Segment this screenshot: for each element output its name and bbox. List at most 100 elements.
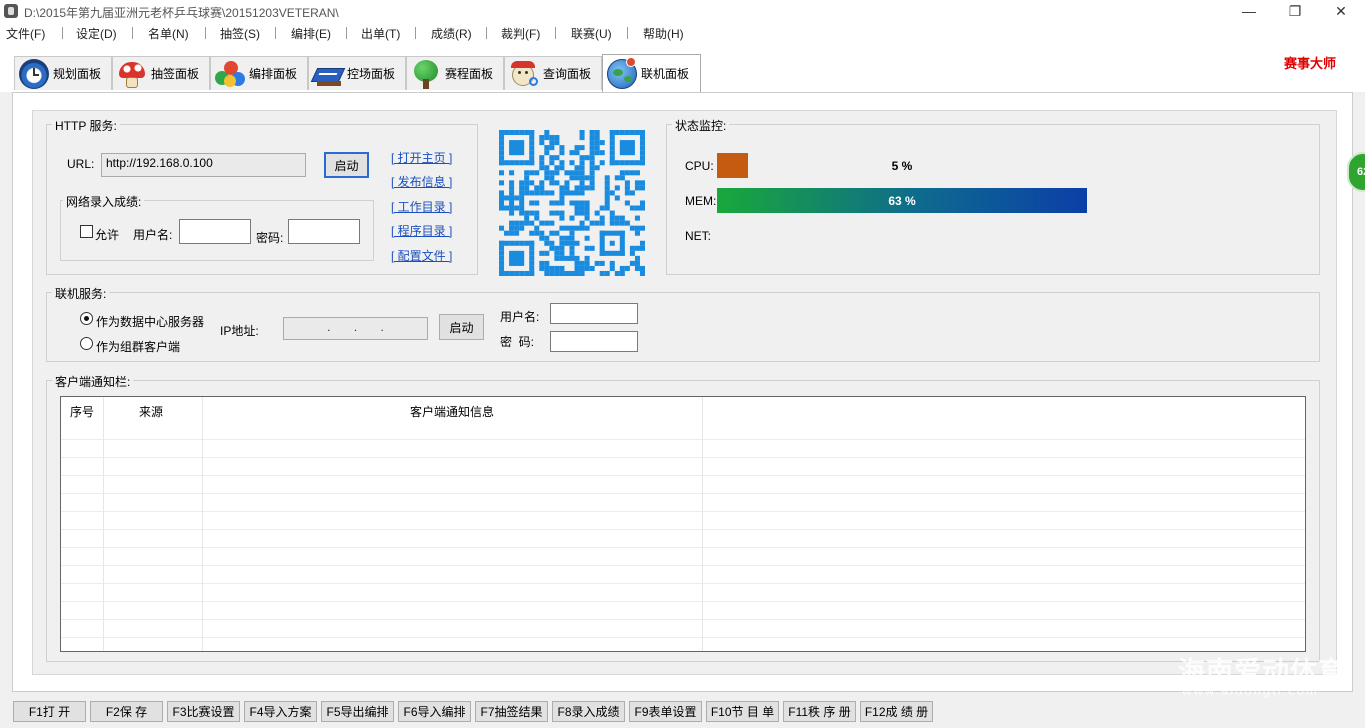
tab-schedule[interactable]: 赛程面板 [406, 56, 504, 90]
f2-save-button[interactable]: F2保 存 [90, 701, 163, 722]
tab-label: 赛程面板 [445, 67, 494, 81]
column-header-source[interactable]: 来源 [103, 397, 202, 425]
score-username-input[interactable] [179, 219, 251, 244]
open-homepage-link[interactable]: [ 打开主页 ] [391, 149, 452, 166]
f3-match-settings-button[interactable]: F3比赛设置 [167, 701, 240, 722]
menu-settings[interactable]: 设定(D) [76, 25, 117, 42]
tab-arrange[interactable]: 编排面板 [210, 56, 308, 90]
table-row-divider [61, 565, 1305, 566]
menu-draw[interactable]: 抽签(S) [220, 25, 260, 42]
score-entry-title: 网络录入成绩: [63, 193, 145, 210]
menu-separator [627, 27, 628, 39]
side-badge[interactable]: 62 [1347, 152, 1365, 192]
menu-separator [132, 27, 133, 39]
tab-label: 控场面板 [347, 67, 396, 81]
score-user-label: 用户名: [133, 228, 173, 242]
tab-control[interactable]: 控场面板 [308, 56, 406, 90]
cpu-label: CPU: [685, 159, 714, 173]
status-monitor-title: 状态监控: [672, 117, 730, 134]
minimize-button[interactable]: — [1226, 0, 1272, 22]
search-face-icon [509, 59, 539, 89]
f10-program-list-button[interactable]: F10节 目 单 [706, 701, 779, 722]
network-start-button[interactable]: 启动 [439, 314, 484, 340]
clock-icon [19, 58, 49, 89]
menu-file[interactable]: 文件(F) [6, 25, 45, 42]
server-mode-radio[interactable] [80, 312, 93, 325]
menu-output[interactable]: 出单(T) [361, 25, 400, 42]
menu-league[interactable]: 联赛(U) [571, 25, 612, 42]
f7-draw-results-button[interactable]: F7抽签结果 [475, 701, 548, 722]
f4-import-plan-button[interactable]: F4导入方案 [244, 701, 317, 722]
menu-separator [346, 27, 347, 39]
window-title: D:\2015年第九届亚洲元老杯乒乓球赛\20151203VETERAN\ [24, 6, 339, 20]
column-header-message[interactable]: 客户端通知信息 [202, 397, 702, 425]
f6-import-schedule-button[interactable]: F6导入编排 [398, 701, 471, 722]
close-button[interactable]: ✕ [1318, 0, 1364, 22]
cpu-usage-bar: 5 % [717, 153, 1087, 178]
tab-strip: 规划面板 抽签面板 编排面板 控场面板 赛程面板 查询面板 联机面板 赛事大师 [0, 44, 1365, 92]
network-service-title: 联机服务: [52, 285, 110, 302]
http-start-button[interactable]: 启动 [324, 152, 369, 178]
menu-bar: 文件(F) 设定(D) 名单(N) 抽签(S) 编排(E) 出单(T) 成绩(R… [0, 22, 1365, 44]
client-notify-title: 客户端通知栏: [52, 373, 134, 390]
balls-icon [215, 59, 245, 89]
watermark-url: www.aidongti.com [1182, 683, 1319, 698]
work-dir-link[interactable]: [ 工作目录 ] [391, 198, 452, 215]
table-row-divider [61, 493, 1305, 494]
network-user-label: 用户名: [500, 310, 540, 324]
table-row-divider [61, 601, 1305, 602]
restore-button[interactable]: ❐ [1272, 0, 1318, 22]
tab-query[interactable]: 查询面板 [504, 56, 602, 90]
tab-label: 编排面板 [249, 67, 298, 81]
network-password-input[interactable] [550, 331, 638, 352]
network-password-label: 密 码: [500, 335, 535, 349]
title-bar: D:\2015年第九届亚洲元老杯乒乓球赛\20151203VETERAN\ — … [0, 0, 1365, 22]
publish-info-link[interactable]: [ 发布信息 ] [391, 173, 452, 190]
qr-code-image [499, 130, 645, 276]
client-mode-radio[interactable] [80, 337, 93, 350]
config-file-link[interactable]: [ 配置文件 ] [391, 247, 452, 264]
court-icon [310, 59, 346, 89]
score-password-label: 密码: [256, 231, 284, 245]
client-notify-table[interactable]: 序号 来源 客户端通知信息 [60, 396, 1306, 652]
allow-checkbox[interactable] [80, 225, 93, 238]
table-row-divider [61, 529, 1305, 530]
mushroom-icon [117, 59, 147, 89]
score-password-input[interactable] [288, 219, 360, 244]
column-divider [103, 397, 104, 651]
column-header-index[interactable]: 序号 [61, 397, 103, 425]
table-row-divider [61, 511, 1305, 512]
menu-separator [275, 27, 276, 39]
menu-roster[interactable]: 名单(N) [148, 25, 189, 42]
tab-label: 抽签面板 [151, 67, 200, 81]
tab-planning[interactable]: 规划面板 [14, 56, 112, 90]
menu-separator [415, 27, 416, 39]
f12-results-book-button[interactable]: F12成 绩 册 [860, 701, 933, 722]
table-row-divider [61, 583, 1305, 584]
net-label: NET: [685, 229, 712, 243]
allow-label: 允许 [95, 228, 120, 242]
menu-referee[interactable]: 裁判(F) [501, 25, 540, 42]
ip-address-input[interactable]: . . . [283, 317, 428, 340]
f9-form-settings-button[interactable]: F9表单设置 [629, 701, 702, 722]
mem-value: 63 % [888, 193, 916, 208]
f8-enter-scores-button[interactable]: F8录入成绩 [552, 701, 625, 722]
network-username-input[interactable] [550, 303, 638, 324]
f11-order-book-button[interactable]: F11秩 序 册 [783, 701, 856, 722]
menu-results[interactable]: 成绩(R) [431, 25, 472, 42]
ip-address-label: IP地址: [220, 324, 259, 338]
menu-help[interactable]: 帮助(H) [643, 25, 684, 42]
program-dir-link[interactable]: [ 程序目录 ] [391, 222, 452, 239]
tab-network[interactable]: 联机面板 [602, 54, 701, 92]
tab-label: 查询面板 [543, 67, 592, 81]
f1-open-button[interactable]: F1打 开 [13, 701, 86, 722]
tab-draw[interactable]: 抽签面板 [112, 56, 210, 90]
menu-separator [62, 27, 63, 39]
column-divider [202, 397, 203, 651]
http-service-title: HTTP 服务: [52, 117, 120, 134]
app-icon [4, 4, 18, 18]
url-field[interactable]: http://192.168.0.100 [101, 153, 306, 177]
table-row-divider [61, 637, 1305, 638]
menu-schedule[interactable]: 编排(E) [291, 25, 331, 42]
f5-export-schedule-button[interactable]: F5导出编排 [321, 701, 394, 722]
